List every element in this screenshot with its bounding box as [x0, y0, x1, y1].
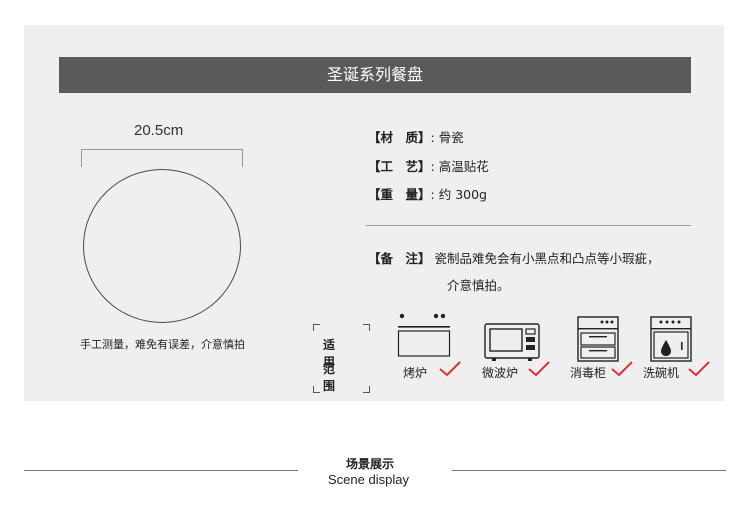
section-divider-right	[452, 470, 726, 471]
remark-line-2: 介意慎拍。	[447, 278, 510, 293]
spec-sep: :	[430, 159, 435, 174]
plate-outline	[83, 169, 241, 323]
dimension-label: 20.5cm	[134, 122, 184, 139]
oven-icon	[397, 313, 451, 357]
spec-key: 【重 量】	[368, 187, 431, 202]
spec-value: 约 300g	[438, 187, 487, 202]
dishwasher-icon	[650, 316, 692, 362]
remark-text: 瓷制品难免会有小黑点和凸点等小瑕疵，	[434, 251, 660, 266]
spec-value: 高温贴花	[438, 159, 489, 174]
check-icon	[688, 361, 710, 377]
spec-sep: :	[430, 187, 435, 202]
spec-key: 【工 艺】	[368, 159, 431, 174]
suitable-label-2: 范围	[323, 362, 346, 393]
check-icon	[528, 361, 550, 377]
section-divider-left	[24, 470, 298, 471]
appliance-label: 烤炉	[403, 366, 428, 380]
product-info-panel: 圣诞系列餐盘 20.5cm 手工测量，难免有误差，介意慎拍 【材 质】: 骨瓷 …	[24, 25, 724, 401]
spec-craft: 【工 艺】: 高温贴花	[368, 156, 489, 175]
check-icon	[439, 361, 461, 377]
check-icon	[611, 361, 633, 377]
remark-line-1: 【备 注】 瓷制品难免会有小黑点和凸点等小瑕疵，	[368, 248, 660, 267]
spec-weight: 【重 量】: 约 300g	[368, 184, 487, 203]
dimension-bracket	[81, 149, 243, 167]
section-heading-en: Scene display	[328, 472, 409, 487]
suitable-range-box: 适用 范围	[313, 324, 370, 393]
spec-divider	[366, 225, 691, 226]
remark-key: 【备 注】	[368, 251, 431, 266]
spec-value: 骨瓷	[438, 130, 464, 145]
measure-note: 手工测量，难免有误差，介意慎拍	[80, 338, 245, 351]
section-heading-cn: 场景展示	[346, 457, 395, 471]
sterilizer-icon	[577, 316, 619, 362]
spec-material: 【材 质】: 骨瓷	[368, 127, 464, 146]
spec-key: 【材 质】	[368, 130, 431, 145]
microwave-icon	[484, 323, 540, 361]
appliance-label: 消毒柜	[570, 366, 607, 380]
appliance-label: 微波炉	[482, 366, 519, 380]
appliance-label: 洗碗机	[643, 366, 680, 380]
page-title: 圣诞系列餐盘	[59, 57, 691, 93]
spec-sep: :	[430, 130, 435, 145]
